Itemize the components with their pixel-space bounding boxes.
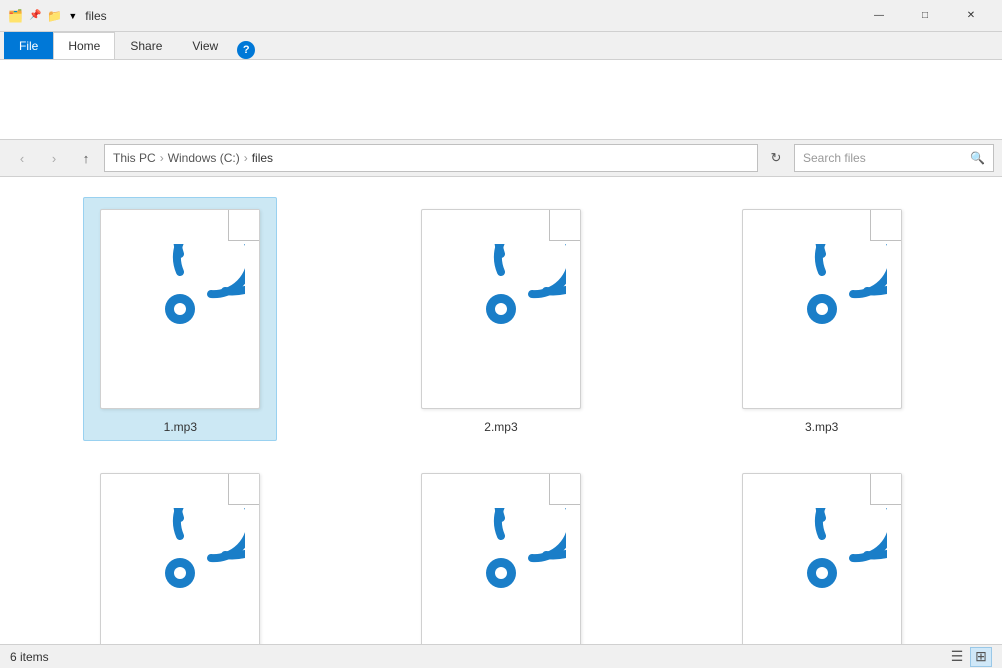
file-icon-wrapper xyxy=(90,468,270,644)
breadcrumb-thispc[interactable]: This PC xyxy=(113,151,156,165)
window-controls: — □ ✕ xyxy=(856,0,994,32)
file-item[interactable]: 2.mp3 xyxy=(404,197,598,441)
tab-file[interactable]: File xyxy=(4,32,53,59)
grid-view-button[interactable]: ⊞ xyxy=(970,647,992,667)
pin-icon: 📌 xyxy=(29,10,41,21)
mp3-icon-svg xyxy=(115,244,245,374)
tab-share[interactable]: Share xyxy=(115,32,177,59)
close-button[interactable]: ✕ xyxy=(948,0,994,32)
ribbon-content xyxy=(0,59,1002,139)
title-bar: 🗂️ 📌 📁 ▼ files — □ ✕ xyxy=(0,0,1002,32)
maximize-button[interactable]: □ xyxy=(902,0,948,32)
folder-icon: 📁 xyxy=(47,9,62,23)
view-toggle: ☰ ⊞ xyxy=(946,647,992,667)
tab-view[interactable]: View xyxy=(177,32,233,59)
file-item[interactable]: 3.mp3 xyxy=(725,197,919,441)
forward-button[interactable]: › xyxy=(40,144,68,172)
address-box[interactable]: This PC › Windows (C:) › files xyxy=(104,144,758,172)
search-icon: 🔍 xyxy=(970,151,985,165)
list-view-button[interactable]: ☰ xyxy=(946,647,968,667)
file-item[interactable]: 4.mp3 xyxy=(83,461,277,644)
file-item[interactable]: 6.mp3 xyxy=(725,461,919,644)
mp3-icon-svg xyxy=(757,508,887,638)
breadcrumb-sep2: › xyxy=(244,151,248,165)
breadcrumb-sep1: › xyxy=(160,151,164,165)
dropdown-icon: ▼ xyxy=(68,11,77,21)
back-button[interactable]: ‹ xyxy=(8,144,36,172)
file-icon-wrapper xyxy=(732,204,912,414)
refresh-button[interactable]: ↻ xyxy=(762,144,790,172)
file-icon-wrapper xyxy=(732,468,912,644)
window-title: files xyxy=(85,9,856,23)
status-bar: 6 items ☰ ⊞ xyxy=(0,644,1002,668)
breadcrumb-drive[interactable]: Windows (C:) xyxy=(168,151,240,165)
ribbon-tabs: File Home Share View ? xyxy=(0,32,1002,59)
address-bar: ‹ › ↑ This PC › Windows (C:) › files ↻ S… xyxy=(0,140,1002,177)
minimize-button[interactable]: — xyxy=(856,0,902,32)
ribbon: File Home Share View ? xyxy=(0,32,1002,140)
up-button[interactable]: ↑ xyxy=(72,144,100,172)
mp3-icon-svg xyxy=(436,508,566,638)
file-icon-wrapper xyxy=(411,204,591,414)
file-icon-wrapper xyxy=(411,468,591,644)
mp3-icon-svg xyxy=(436,244,566,374)
title-icons: 🗂️ 📌 📁 ▼ xyxy=(8,9,77,23)
item-count: 6 items xyxy=(10,650,49,664)
main-area: 1.mp3 2.mp3 3.mp3 4.mp3 5.mp3 6.mp3 xyxy=(0,177,1002,644)
breadcrumb-current: files xyxy=(252,151,273,165)
search-input[interactable]: Search files xyxy=(803,151,966,165)
file-item[interactable]: 1.mp3 xyxy=(83,197,277,441)
file-label: 1.mp3 xyxy=(164,420,197,434)
search-box[interactable]: Search files 🔍 xyxy=(794,144,994,172)
file-item[interactable]: 5.mp3 xyxy=(404,461,598,644)
tab-home[interactable]: Home xyxy=(53,32,115,59)
file-area: 1.mp3 2.mp3 3.mp3 4.mp3 5.mp3 6.mp3 xyxy=(0,177,1002,644)
file-icon-wrapper xyxy=(90,204,270,414)
file-label: 3.mp3 xyxy=(805,420,838,434)
mp3-icon-svg xyxy=(757,244,887,374)
quick-access-icon: 🗂️ xyxy=(8,9,23,23)
help-button[interactable]: ? xyxy=(237,41,255,59)
file-label: 2.mp3 xyxy=(484,420,517,434)
mp3-icon-svg xyxy=(115,508,245,638)
